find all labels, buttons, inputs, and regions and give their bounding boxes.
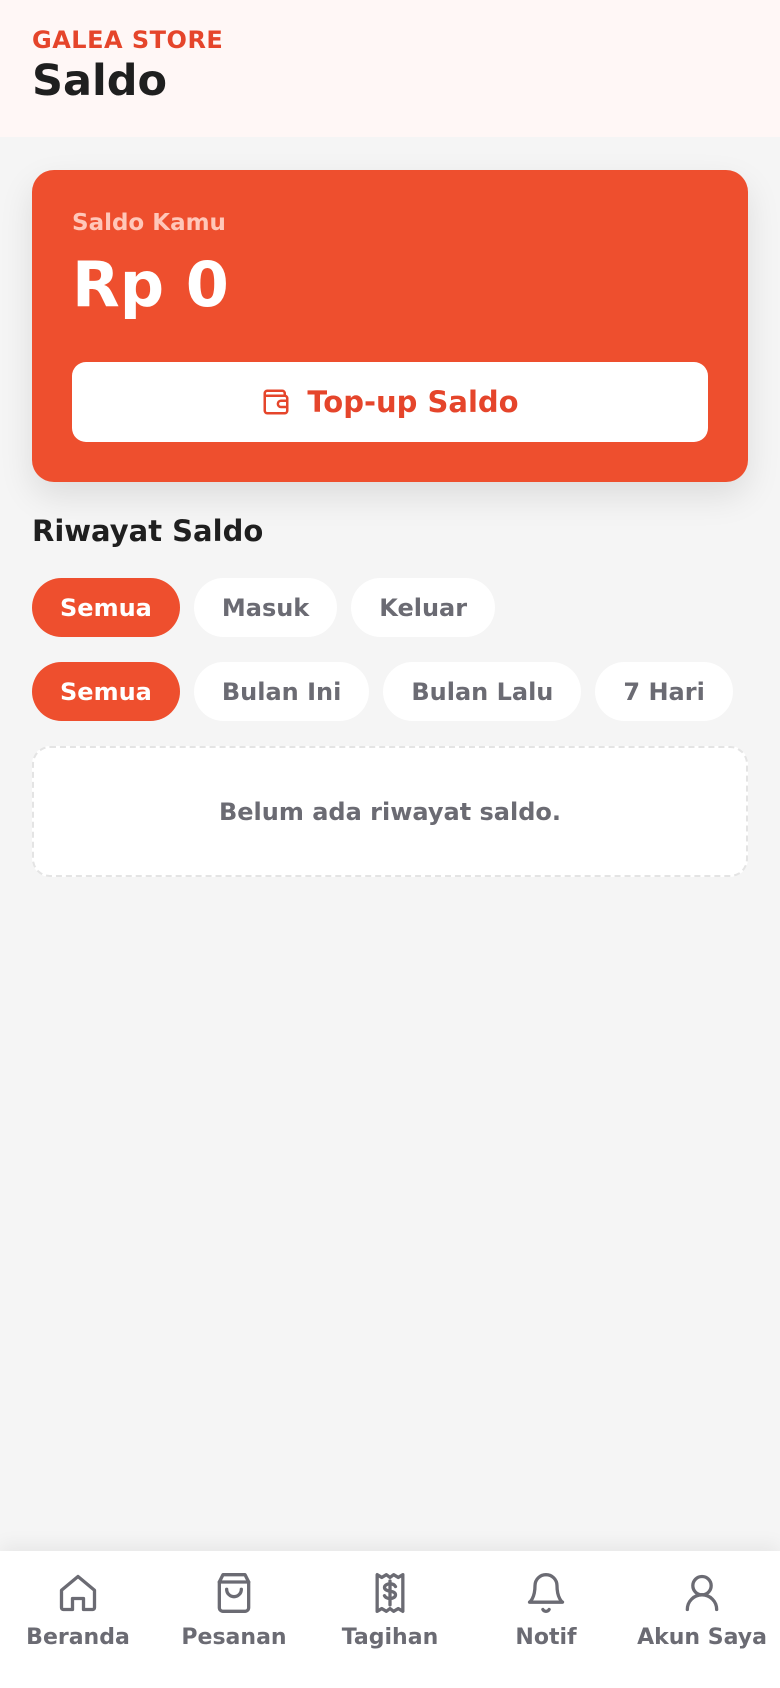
nav-label-beranda: Beranda bbox=[26, 1625, 130, 1650]
wallet-icon bbox=[263, 389, 289, 415]
type-filter-keluar[interactable]: Keluar bbox=[351, 578, 496, 637]
page-title: Saldo bbox=[32, 56, 168, 106]
nav-item-pesanan[interactable]: Pesanan bbox=[159, 1571, 309, 1650]
balance-amount: Rp 0 bbox=[72, 248, 229, 321]
period-filter-row: Semua Bulan Ini Bulan Lalu 7 Hari bbox=[32, 662, 733, 721]
nav-item-notif[interactable]: Notif bbox=[471, 1571, 621, 1650]
period-filter-7-hari[interactable]: 7 Hari bbox=[595, 662, 733, 721]
period-filter-bulan-lalu[interactable]: Bulan Lalu bbox=[383, 662, 582, 721]
store-name: GALEA STORE bbox=[32, 26, 224, 54]
nav-label-akun-saya: Akun Saya bbox=[637, 1625, 767, 1650]
balance-label: Saldo Kamu bbox=[72, 210, 226, 236]
topup-label: Top-up Saldo bbox=[307, 385, 519, 419]
nav-item-tagihan[interactable]: Tagihan bbox=[315, 1571, 465, 1650]
period-filter-semua[interactable]: Semua bbox=[32, 662, 180, 721]
bottom-navigation: Beranda Pesanan Tagihan Notif Akun Saya bbox=[0, 1551, 780, 1688]
home-icon bbox=[59, 1574, 97, 1612]
nav-label-notif: Notif bbox=[515, 1625, 577, 1650]
nav-item-akun-saya[interactable]: Akun Saya bbox=[627, 1571, 777, 1650]
balance-card: Saldo Kamu Rp 0 Top-up Saldo bbox=[32, 170, 748, 482]
app-header: GALEA STORE Saldo bbox=[0, 0, 780, 137]
bell-icon bbox=[527, 1573, 565, 1613]
topup-button[interactable]: Top-up Saldo bbox=[72, 362, 708, 442]
shopping-bag-icon bbox=[217, 1573, 251, 1613]
user-icon bbox=[685, 1574, 719, 1612]
nav-label-pesanan: Pesanan bbox=[181, 1625, 287, 1650]
history-title: Riwayat Saldo bbox=[32, 514, 264, 548]
period-filter-bulan-ini[interactable]: Bulan Ini bbox=[193, 662, 370, 721]
nav-label-tagihan: Tagihan bbox=[341, 1625, 439, 1650]
type-filter-row: Semua Masuk Keluar bbox=[32, 578, 496, 637]
nav-item-beranda[interactable]: Beranda bbox=[3, 1571, 153, 1650]
receipt-icon bbox=[375, 1573, 405, 1613]
empty-history-message: Belum ada riwayat saldo. bbox=[32, 746, 748, 877]
type-filter-semua[interactable]: Semua bbox=[32, 578, 180, 637]
type-filter-masuk[interactable]: Masuk bbox=[193, 578, 338, 637]
